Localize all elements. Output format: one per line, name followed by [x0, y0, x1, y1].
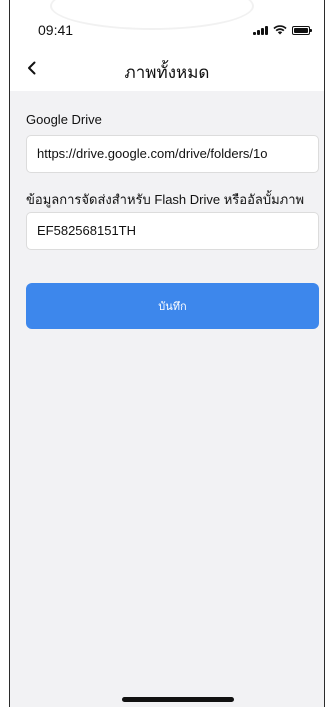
- wifi-icon: [273, 25, 287, 35]
- header-area: 09:41 ภาพทั้งหมด: [10, 0, 324, 91]
- google-drive-input[interactable]: https://drive.google.com/drive/folders/1…: [26, 135, 319, 173]
- save-button[interactable]: บันทึก: [26, 283, 319, 329]
- status-icons: [253, 25, 312, 35]
- page-title: ภาพทั้งหมด: [124, 63, 210, 83]
- status-bar: 09:41: [10, 0, 324, 44]
- shipping-info-label: ข้อมูลการจัดส่งสำหรับ Flash Drive หรืออั…: [26, 192, 305, 207]
- phone-screen: 09:41 ภาพทั้งหมด Google Drive https://dr…: [9, 0, 325, 707]
- battery-icon: [292, 25, 312, 35]
- cellular-signal-icon: [253, 25, 268, 35]
- nav-bar: ภาพทั้งหมด: [10, 50, 324, 90]
- home-indicator: [122, 697, 234, 702]
- shipping-info-input[interactable]: EF582568151TH: [26, 212, 319, 250]
- google-drive-label: Google Drive: [26, 112, 102, 127]
- status-time: 09:41: [38, 22, 74, 38]
